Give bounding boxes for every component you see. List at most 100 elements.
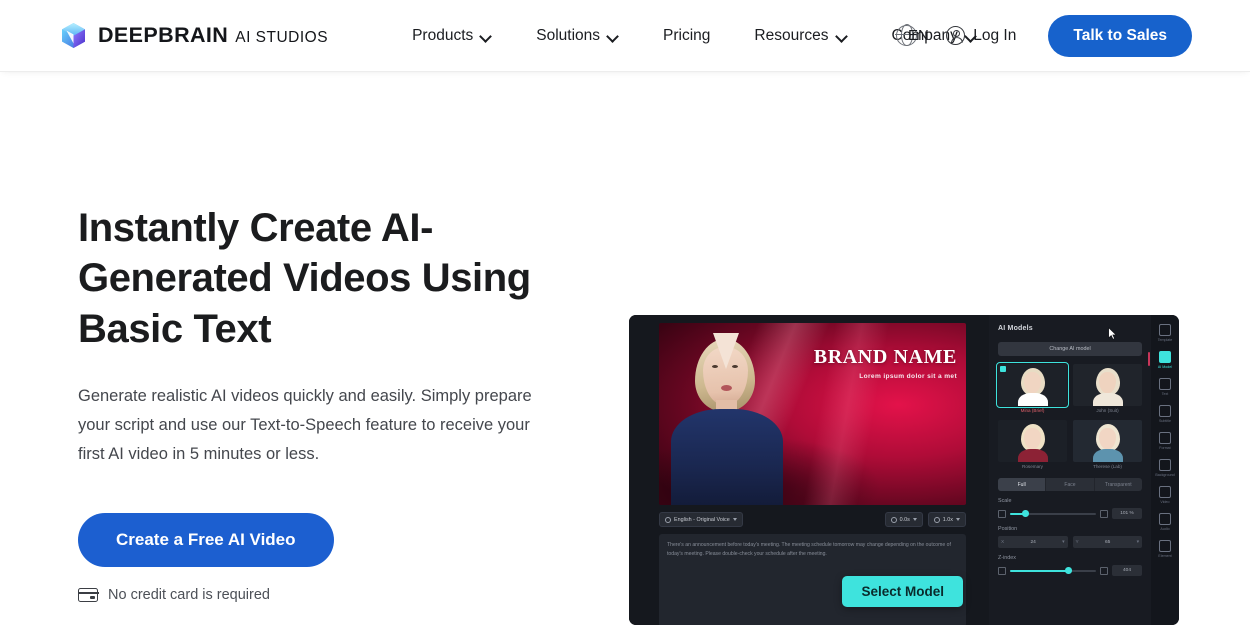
chevron-down-icon — [732, 518, 737, 521]
app-preview: BRAND NAME Lorem ipsum dolor sit a met E… — [629, 315, 1179, 625]
scale-max-icon — [1100, 509, 1108, 518]
header-actions: Log In Talk to Sales — [932, 0, 1192, 71]
rail-label: Element — [1158, 554, 1172, 558]
position-y-value: 65 — [1104, 539, 1111, 545]
rail-label: Audio — [1160, 527, 1170, 531]
video-brand-title: BRAND NAME — [813, 346, 957, 368]
nav-label: Solutions — [536, 26, 601, 44]
no-credit-card-label: No credit card is required — [108, 586, 270, 603]
brand-name: DEEPBRAIN — [98, 22, 229, 47]
globe-icon — [895, 24, 917, 46]
brand-subname: AI STUDIOS — [235, 28, 329, 46]
rail-item-format[interactable]: Format — [1153, 429, 1177, 452]
credit-card-icon — [77, 587, 99, 602]
lipstick-product-image — [780, 411, 962, 505]
editor-icon-rail: Template AI Model Text Subtitle Format B… — [1148, 315, 1179, 625]
login-label: Log In — [973, 26, 1017, 44]
scale-slider-row: 101 % — [998, 508, 1142, 519]
language-switcher[interactable] — [895, 24, 917, 46]
segment-face[interactable]: Face — [1046, 478, 1095, 491]
rail-label: Template — [1157, 338, 1173, 342]
ai-presenter-avatar — [665, 329, 793, 505]
video-canvas[interactable]: BRAND NAME Lorem ipsum dolor sit a met — [659, 323, 966, 505]
speed-label: 1.0x — [942, 516, 953, 523]
nav-item-products[interactable]: Products — [390, 17, 514, 55]
speed-chip[interactable]: 1.0x — [927, 512, 966, 527]
page-title: Instantly Create AI-Generated Videos Usi… — [78, 206, 531, 351]
nav-item-pricing[interactable]: Pricing — [641, 17, 732, 55]
ai-models-panel: AI Models Change AI model Mina (Brief) J… — [989, 315, 1151, 625]
model-card[interactable]: Rosemary — [998, 420, 1067, 469]
position-fields: X 24 ▾ Y 65 ▾ — [998, 536, 1142, 548]
speed-icon — [933, 516, 940, 523]
select-model-button[interactable]: Select Model — [842, 576, 963, 607]
rail-item-text[interactable]: Text — [1153, 375, 1177, 398]
model-card[interactable]: John (Suit) — [1073, 364, 1142, 413]
rail-item-video[interactable]: Video — [1153, 483, 1177, 506]
z-index-slider[interactable] — [1010, 567, 1096, 574]
duration-label: 0.0s — [899, 516, 910, 523]
z-index-min-icon — [998, 566, 1006, 575]
video-brand-text: BRAND NAME Lorem ipsum dolor sit a met — [814, 347, 957, 381]
clock-icon — [890, 516, 897, 523]
segment-full[interactable]: Full — [998, 478, 1047, 491]
scale-slider[interactable] — [1010, 510, 1096, 517]
nav-item-resources[interactable]: Resources — [732, 17, 869, 55]
voice-icon — [665, 516, 671, 523]
no-credit-card-note: No credit card is required — [77, 586, 560, 603]
site-header: DEEPBRAIN AI STUDIOS Products Solutions … — [0, 0, 1250, 71]
ai-model-icon — [1159, 351, 1171, 363]
model-name: John (Suit) — [1096, 408, 1119, 413]
element-icon — [1159, 540, 1171, 552]
scale-value[interactable]: 101 % — [1112, 508, 1142, 519]
script-text: There's an announcement before today's m… — [667, 542, 951, 557]
nav-label: Products — [412, 26, 474, 44]
z-index-label: Z-index — [998, 555, 1016, 561]
z-index-slider-row: 404 — [998, 565, 1142, 576]
rail-item-background[interactable]: Background — [1153, 456, 1177, 479]
rail-label: Background — [1155, 473, 1175, 477]
chevron-down-icon — [837, 32, 848, 39]
segment-transparent[interactable]: Transparent — [1095, 478, 1142, 491]
z-index-value[interactable]: 404 — [1112, 565, 1142, 576]
model-name: Rosemary — [1022, 464, 1043, 469]
script-editor[interactable]: There's an announcement before today's m… — [659, 534, 966, 625]
video-brand-tagline: Lorem ipsum dolor sit a met — [859, 373, 957, 380]
change-ai-model-button[interactable]: Change AI model — [998, 342, 1142, 356]
talk-to-sales-button[interactable]: Talk to Sales — [1048, 14, 1192, 57]
rail-item-ai-model[interactable]: AI Model — [1148, 348, 1177, 371]
voice-label: English - Original Voice — [674, 516, 730, 523]
model-name: Mina (Brief) — [1020, 408, 1045, 413]
create-free-ai-video-button[interactable]: Create a Free AI Video — [78, 512, 334, 567]
position-x-field[interactable]: X 24 ▾ — [998, 536, 1068, 548]
model-card[interactable]: Mina (Brief) — [996, 362, 1069, 413]
position-label: Position — [998, 526, 1018, 532]
position-y-field[interactable]: Y 65 ▾ — [1072, 536, 1142, 548]
hero-section: Instantly Create AI-Generated Videos Usi… — [0, 71, 1250, 630]
rail-label: AI Model — [1157, 365, 1173, 369]
duration-chip[interactable]: 0.0s — [884, 512, 923, 527]
position-x-value: 24 — [1030, 539, 1036, 545]
rail-item-subtitle[interactable]: Subtitle — [1153, 402, 1177, 425]
hero-subtitle: Generate realistic AI videos quickly and… — [78, 387, 532, 463]
rail-item-element[interactable]: Element — [1153, 537, 1177, 560]
text-icon — [1159, 378, 1171, 390]
voice-selector-chip[interactable]: English - Original Voice — [659, 512, 743, 527]
rail-item-audio[interactable]: Audio — [1153, 510, 1177, 533]
video-icon — [1159, 486, 1171, 498]
model-card[interactable]: Therese (Lab) — [1073, 420, 1142, 469]
rail-item-template[interactable]: Template — [1153, 321, 1177, 344]
editor-stage: BRAND NAME Lorem ipsum dolor sit a met E… — [629, 315, 989, 625]
model-grid: Mina (Brief) John (Suit) Rosemary Theres… — [996, 362, 1142, 469]
brand-logo[interactable]: DEEPBRAIN AI STUDIOS — [60, 22, 328, 49]
scale-min-icon — [998, 509, 1006, 518]
rail-label: Format — [1159, 446, 1171, 450]
nav-label: Pricing — [663, 26, 711, 44]
rail-label: Text — [1161, 392, 1169, 396]
chevron-down-icon — [956, 518, 960, 521]
nav-item-solutions[interactable]: Solutions — [514, 17, 641, 55]
hero-copy: Instantly Create AI-Generated Videos Usi… — [0, 71, 560, 603]
login-button[interactable]: Log In — [932, 18, 1030, 53]
audio-icon — [1159, 513, 1171, 525]
user-circle-icon — [946, 26, 966, 45]
